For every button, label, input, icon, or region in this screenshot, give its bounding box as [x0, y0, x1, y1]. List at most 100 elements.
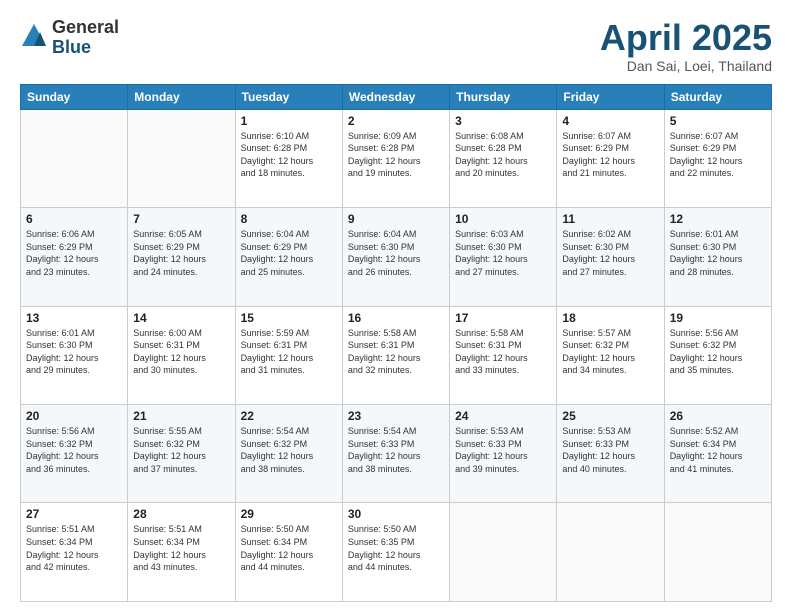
- calendar-cell: 13 Sunrise: 6:01 AM Sunset: 6:30 PM Dayli…: [21, 306, 128, 404]
- calendar-header-row: SundayMondayTuesdayWednesdayThursdayFrid…: [21, 84, 772, 109]
- day-number: 26: [670, 409, 766, 423]
- day-detail: Sunrise: 5:54 AM Sunset: 6:33 PM Dayligh…: [348, 425, 444, 475]
- day-number: 2: [348, 114, 444, 128]
- calendar-cell: 17 Sunrise: 5:58 AM Sunset: 6:31 PM Dayli…: [450, 306, 557, 404]
- calendar-cell: 26 Sunrise: 5:52 AM Sunset: 6:34 PM Dayli…: [664, 405, 771, 503]
- calendar-cell: 5 Sunrise: 6:07 AM Sunset: 6:29 PM Daylig…: [664, 109, 771, 207]
- calendar-cell: 20 Sunrise: 5:56 AM Sunset: 6:32 PM Dayli…: [21, 405, 128, 503]
- day-detail: Sunrise: 5:58 AM Sunset: 6:31 PM Dayligh…: [348, 327, 444, 377]
- calendar-cell: 1Sunrise: 6:10 AM Sunset: 6:28 PM Daylig…: [235, 109, 342, 207]
- day-detail: Sunrise: 6:01 AM Sunset: 6:30 PM Dayligh…: [670, 228, 766, 278]
- calendar-header-monday: Monday: [128, 84, 235, 109]
- day-detail: Sunrise: 5:55 AM Sunset: 6:32 PM Dayligh…: [133, 425, 229, 475]
- day-number: 16: [348, 311, 444, 325]
- calendar-cell: 12 Sunrise: 6:01 AM Sunset: 6:30 PM Dayli…: [664, 208, 771, 306]
- calendar-cell: 9 Sunrise: 6:04 AM Sunset: 6:30 PM Daylig…: [342, 208, 449, 306]
- calendar-cell: 25 Sunrise: 5:53 AM Sunset: 6:33 PM Dayli…: [557, 405, 664, 503]
- day-detail: Sunrise: 6:07 AM Sunset: 6:29 PM Dayligh…: [670, 130, 766, 180]
- day-number: 17: [455, 311, 551, 325]
- day-number: 12: [670, 212, 766, 226]
- day-detail: Sunrise: 5:51 AM Sunset: 6:34 PM Dayligh…: [26, 523, 122, 573]
- calendar-cell: 6 Sunrise: 6:06 AM Sunset: 6:29 PM Daylig…: [21, 208, 128, 306]
- day-number: 5: [670, 114, 766, 128]
- day-number: 27: [26, 507, 122, 521]
- day-number: 8: [241, 212, 337, 226]
- day-number: 23: [348, 409, 444, 423]
- day-number: 19: [670, 311, 766, 325]
- title-block: April 2025 Dan Sai, Loei, Thailand: [600, 18, 772, 74]
- logo-general: General: [52, 18, 119, 38]
- day-detail: Sunrise: 5:56 AM Sunset: 6:32 PM Dayligh…: [26, 425, 122, 475]
- calendar-cell: [450, 503, 557, 602]
- calendar-week-1: 1Sunrise: 6:10 AM Sunset: 6:28 PM Daylig…: [21, 109, 772, 207]
- day-number: 13: [26, 311, 122, 325]
- day-detail: Sunrise: 5:56 AM Sunset: 6:32 PM Dayligh…: [670, 327, 766, 377]
- calendar-cell: [664, 503, 771, 602]
- day-detail: Sunrise: 6:00 AM Sunset: 6:31 PM Dayligh…: [133, 327, 229, 377]
- calendar-week-4: 20 Sunrise: 5:56 AM Sunset: 6:32 PM Dayli…: [21, 405, 772, 503]
- day-number: 22: [241, 409, 337, 423]
- day-number: 15: [241, 311, 337, 325]
- page: General Blue April 2025 Dan Sai, Loei, T…: [0, 0, 792, 612]
- day-detail: Sunrise: 5:58 AM Sunset: 6:31 PM Dayligh…: [455, 327, 551, 377]
- day-number: 30: [348, 507, 444, 521]
- day-number: 9: [348, 212, 444, 226]
- day-detail: Sunrise: 6:01 AM Sunset: 6:30 PM Dayligh…: [26, 327, 122, 377]
- calendar-cell: 7 Sunrise: 6:05 AM Sunset: 6:29 PM Daylig…: [128, 208, 235, 306]
- day-number: 6: [26, 212, 122, 226]
- calendar-cell: [21, 109, 128, 207]
- day-detail: Sunrise: 6:05 AM Sunset: 6:29 PM Dayligh…: [133, 228, 229, 278]
- day-number: 3: [455, 114, 551, 128]
- logo-blue: Blue: [52, 38, 119, 58]
- day-detail: Sunrise: 6:02 AM Sunset: 6:30 PM Dayligh…: [562, 228, 658, 278]
- calendar-week-5: 27 Sunrise: 5:51 AM Sunset: 6:34 PM Dayli…: [21, 503, 772, 602]
- day-number: 21: [133, 409, 229, 423]
- calendar-week-2: 6 Sunrise: 6:06 AM Sunset: 6:29 PM Daylig…: [21, 208, 772, 306]
- day-number: 24: [455, 409, 551, 423]
- calendar-cell: 11 Sunrise: 6:02 AM Sunset: 6:30 PM Dayli…: [557, 208, 664, 306]
- day-number: 4: [562, 114, 658, 128]
- day-detail: Sunrise: 5:57 AM Sunset: 6:32 PM Dayligh…: [562, 327, 658, 377]
- day-number: 7: [133, 212, 229, 226]
- calendar-cell: [557, 503, 664, 602]
- calendar-header-sunday: Sunday: [21, 84, 128, 109]
- calendar-cell: 2Sunrise: 6:09 AM Sunset: 6:28 PM Daylig…: [342, 109, 449, 207]
- calendar-cell: 27 Sunrise: 5:51 AM Sunset: 6:34 PM Dayli…: [21, 503, 128, 602]
- subtitle: Dan Sai, Loei, Thailand: [600, 58, 772, 74]
- calendar-table: SundayMondayTuesdayWednesdayThursdayFrid…: [20, 84, 772, 602]
- day-detail: Sunrise: 5:53 AM Sunset: 6:33 PM Dayligh…: [562, 425, 658, 475]
- day-detail: Sunrise: 6:04 AM Sunset: 6:30 PM Dayligh…: [348, 228, 444, 278]
- calendar-header-saturday: Saturday: [664, 84, 771, 109]
- day-number: 20: [26, 409, 122, 423]
- calendar-header-tuesday: Tuesday: [235, 84, 342, 109]
- day-number: 28: [133, 507, 229, 521]
- calendar-cell: 3Sunrise: 6:08 AM Sunset: 6:28 PM Daylig…: [450, 109, 557, 207]
- calendar-header-wednesday: Wednesday: [342, 84, 449, 109]
- day-detail: Sunrise: 6:04 AM Sunset: 6:29 PM Dayligh…: [241, 228, 337, 278]
- day-detail: Sunrise: 5:53 AM Sunset: 6:33 PM Dayligh…: [455, 425, 551, 475]
- calendar-cell: 10Sunrise: 6:03 AM Sunset: 6:30 PM Dayli…: [450, 208, 557, 306]
- calendar-cell: 21 Sunrise: 5:55 AM Sunset: 6:32 PM Dayli…: [128, 405, 235, 503]
- calendar-cell: 19 Sunrise: 5:56 AM Sunset: 6:32 PM Dayli…: [664, 306, 771, 404]
- calendar-cell: 15 Sunrise: 5:59 AM Sunset: 6:31 PM Dayli…: [235, 306, 342, 404]
- day-number: 11: [562, 212, 658, 226]
- day-detail: Sunrise: 5:59 AM Sunset: 6:31 PM Dayligh…: [241, 327, 337, 377]
- day-detail: Sunrise: 5:52 AM Sunset: 6:34 PM Dayligh…: [670, 425, 766, 475]
- calendar-cell: 16 Sunrise: 5:58 AM Sunset: 6:31 PM Dayli…: [342, 306, 449, 404]
- day-number: 25: [562, 409, 658, 423]
- day-detail: Sunrise: 6:03 AM Sunset: 6:30 PM Dayligh…: [455, 228, 551, 278]
- calendar-cell: 8 Sunrise: 6:04 AM Sunset: 6:29 PM Daylig…: [235, 208, 342, 306]
- calendar-week-3: 13 Sunrise: 6:01 AM Sunset: 6:30 PM Dayli…: [21, 306, 772, 404]
- day-detail: Sunrise: 5:51 AM Sunset: 6:34 PM Dayligh…: [133, 523, 229, 573]
- day-detail: Sunrise: 6:10 AM Sunset: 6:28 PM Dayligh…: [241, 130, 337, 180]
- logo: General Blue: [20, 18, 119, 58]
- day-detail: Sunrise: 5:50 AM Sunset: 6:34 PM Dayligh…: [241, 523, 337, 573]
- day-detail: Sunrise: 5:50 AM Sunset: 6:35 PM Dayligh…: [348, 523, 444, 573]
- calendar-header-friday: Friday: [557, 84, 664, 109]
- day-number: 18: [562, 311, 658, 325]
- main-title: April 2025: [600, 18, 772, 58]
- day-number: 29: [241, 507, 337, 521]
- calendar-cell: 4Sunrise: 6:07 AM Sunset: 6:29 PM Daylig…: [557, 109, 664, 207]
- day-detail: Sunrise: 6:06 AM Sunset: 6:29 PM Dayligh…: [26, 228, 122, 278]
- calendar-cell: 29 Sunrise: 5:50 AM Sunset: 6:34 PM Dayli…: [235, 503, 342, 602]
